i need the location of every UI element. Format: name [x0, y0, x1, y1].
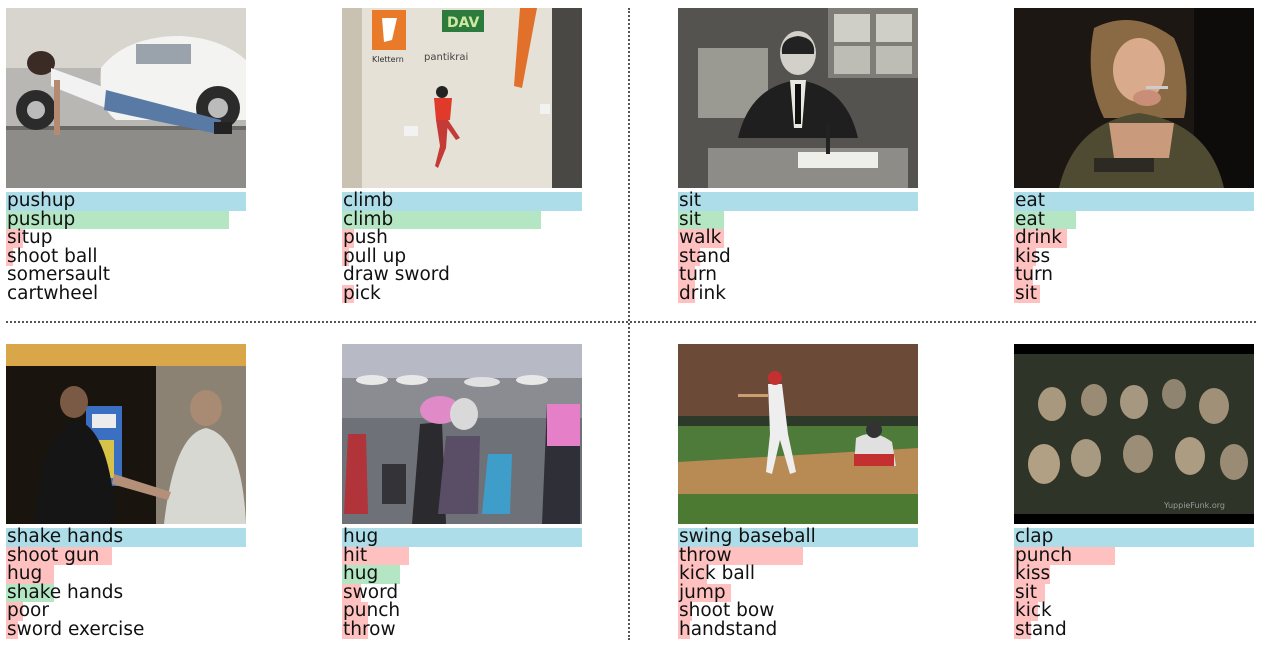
ground-truth-label: swing baseball [679, 526, 816, 547]
ground-truth-row: swing baseball [678, 526, 918, 547]
prediction-bars: climb climb push pull up draw sword pick [342, 190, 582, 304]
example-card: sit sit walk stand turn drink [678, 8, 918, 303]
prediction-label: situp [7, 227, 53, 248]
prediction-label: walk [679, 227, 722, 248]
prediction-row: hug [6, 563, 246, 584]
prediction-bars: eat eat drink kiss turn sit [1014, 190, 1254, 304]
svg-text:pantikrai: pantikrai [424, 52, 468, 63]
prediction-row: poor [6, 600, 246, 621]
prediction-label: drink [679, 282, 726, 304]
prediction-row: walk [678, 227, 918, 248]
prediction-label: drink [1015, 227, 1062, 248]
prediction-label: kick ball [679, 563, 755, 584]
prediction-label: stand [1015, 618, 1067, 640]
example-card: YuppieFunk.org clap punch kiss sit kick … [1014, 344, 1254, 639]
ground-truth-row: pushup [6, 190, 246, 211]
video-thumbnail-climb: DAV Klettern pantikrai [342, 8, 582, 188]
prediction-row: turn [1014, 264, 1254, 285]
video-thumbnail-pushup [6, 8, 246, 188]
example-card: swing baseball throw kick ball jump shoo… [678, 344, 918, 639]
ground-truth-label: clap [1015, 526, 1054, 547]
prediction-row: shoot bow [678, 600, 918, 621]
ground-truth-row: hug [342, 526, 582, 547]
example-card: pushup pushup situp shoot ball somersaul… [6, 8, 246, 303]
prediction-label: throw [343, 618, 396, 640]
prediction-row: draw sword [342, 264, 582, 285]
prediction-row: punch [342, 600, 582, 621]
prediction-row: drink [678, 282, 918, 304]
prediction-bars: hug hit hug sword punch throw [342, 526, 582, 640]
prediction-label: cartwheel [7, 282, 99, 304]
prediction-label: draw sword [343, 264, 450, 285]
ground-truth-bar [1014, 192, 1254, 211]
ground-truth-label: shake hands [7, 526, 124, 547]
prediction-label: kick [1015, 600, 1052, 621]
video-thumbnail-sit [678, 8, 918, 188]
prediction-label: turn [1015, 264, 1053, 285]
prediction-label: hug [343, 563, 379, 584]
prediction-label: pick [343, 282, 381, 304]
prediction-row: turn [678, 264, 918, 285]
video-thumbnail-clap: YuppieFunk.org [1014, 344, 1254, 524]
watermark-text: YuppieFunk.org [1163, 501, 1225, 510]
prediction-row: kiss [1014, 563, 1254, 584]
prediction-label: push [343, 227, 388, 248]
ground-truth-label: climb [343, 190, 394, 211]
example-card: shake hands shoot gun hug shake hands po… [6, 344, 246, 639]
prediction-row: stand [1014, 618, 1254, 640]
prediction-row: push [342, 227, 582, 248]
prediction-row: handstand [678, 618, 918, 640]
svg-text:DAV: DAV [447, 15, 480, 31]
prediction-row: pick [342, 282, 582, 304]
ground-truth-row: shake hands [6, 526, 246, 547]
ground-truth-row: climb [342, 190, 582, 211]
prediction-bars: clap punch kiss sit kick stand [1014, 526, 1254, 640]
prediction-label: somersault [7, 264, 111, 285]
prediction-label: hug [7, 563, 43, 584]
prediction-label: punch [343, 600, 401, 621]
prediction-bars: pushup pushup situp shoot ball somersaul… [6, 190, 246, 304]
prediction-label: turn [679, 264, 717, 285]
ground-truth-label: pushup [7, 190, 76, 211]
prediction-row: situp [6, 227, 246, 248]
prediction-row: hug [342, 563, 582, 584]
prediction-label: kiss [1015, 563, 1051, 584]
prediction-row: kick [1014, 600, 1254, 621]
prediction-row: cartwheel [6, 282, 246, 304]
prediction-row: somersault [6, 264, 246, 285]
prediction-row: drink [1014, 227, 1254, 248]
ground-truth-label: hug [343, 526, 379, 547]
prediction-bars: shake hands shoot gun hug shake hands po… [6, 526, 246, 640]
prediction-row: sword exercise [6, 618, 246, 640]
prediction-bars: sit sit walk stand turn drink [678, 190, 918, 304]
prediction-row: kick ball [678, 563, 918, 584]
example-card: DAV Klettern pantikrai climb climb push … [342, 8, 582, 303]
prediction-row: sit [1014, 282, 1254, 304]
video-thumbnail-swing-baseball [678, 344, 918, 524]
ground-truth-label: sit [679, 190, 702, 211]
ground-truth-row: eat [1014, 190, 1254, 211]
ground-truth-label: eat [1015, 190, 1045, 211]
prediction-label: shoot bow [679, 600, 775, 621]
svg-text:Klettern: Klettern [372, 55, 404, 64]
ground-truth-row: clap [1014, 526, 1254, 547]
ground-truth-row: sit [678, 190, 918, 211]
prediction-row: hit [342, 545, 582, 565]
example-card: hug hit hug sword punch throw [342, 344, 582, 639]
prediction-row: throw [342, 618, 582, 640]
ground-truth-bar [678, 192, 918, 211]
video-thumbnail-hug [342, 344, 582, 524]
horizontal-divider [6, 321, 1256, 323]
vertical-divider [628, 8, 630, 640]
prediction-row: punch [1014, 545, 1254, 565]
video-thumbnail-shake-hands [6, 344, 246, 524]
prediction-row: shoot gun [6, 545, 246, 565]
prediction-label: poor [7, 600, 49, 621]
video-thumbnail-eat [1014, 8, 1254, 188]
prediction-label: sword exercise [7, 618, 145, 640]
example-card: eat eat drink kiss turn sit [1014, 8, 1254, 303]
prediction-label: sit [1015, 282, 1038, 304]
prediction-bars: swing baseball throw kick ball jump shoo… [678, 526, 918, 640]
prediction-label: handstand [679, 618, 778, 640]
